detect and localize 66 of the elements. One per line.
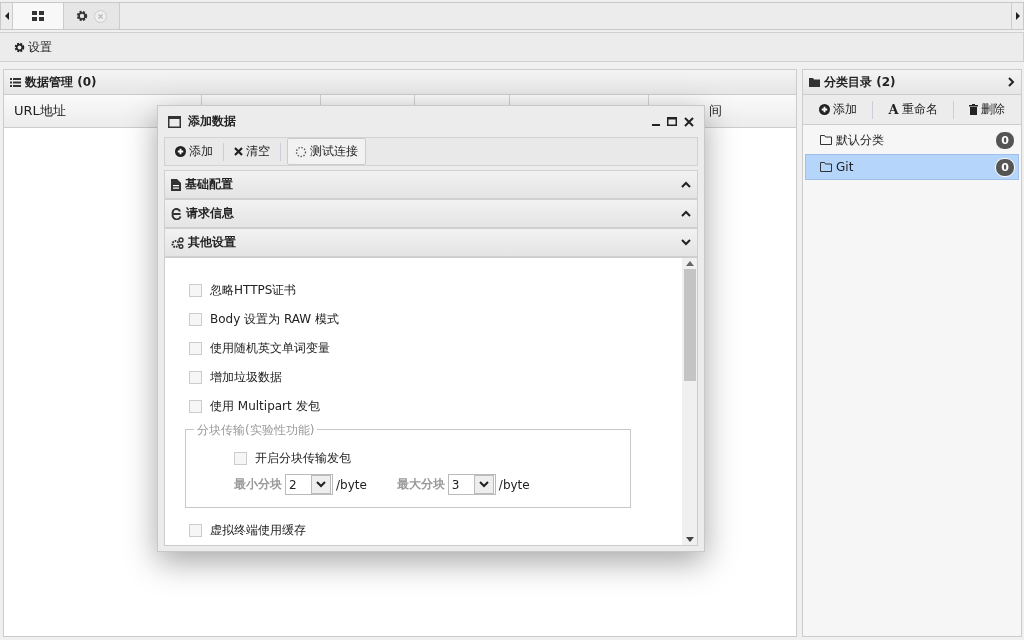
field-label: 最大分块	[396, 476, 445, 493]
dropdown-field[interactable]: 3	[447, 474, 496, 495]
spinner-icon	[295, 145, 307, 158]
chevron-right-icon[interactable]	[1008, 77, 1015, 87]
option-label: 增加垃圾数据	[210, 369, 282, 386]
section-header[interactable]: 请求信息	[164, 199, 698, 228]
count-badge: 0	[995, 157, 1015, 177]
folder-icon	[820, 135, 832, 145]
settings-button[interactable]: 设置	[10, 35, 56, 59]
count-badge: 0	[995, 130, 1015, 150]
toolbar-button[interactable]: 清空	[230, 140, 274, 163]
section-header[interactable]: 基础配置	[164, 170, 698, 199]
e-icon	[171, 207, 182, 220]
chevron-down-icon	[478, 481, 489, 488]
panel-title: 数据管理 (0)	[25, 73, 97, 91]
tab[interactable]	[64, 3, 120, 29]
field-label: 最小分块	[234, 476, 282, 493]
list-icon	[10, 77, 21, 87]
gear-icon	[14, 41, 25, 53]
checkbox[interactable]	[189, 342, 202, 355]
category-button[interactable]: 删除	[965, 98, 1010, 121]
checkbox[interactable]	[234, 451, 247, 465]
section-header[interactable]: 其他设置	[164, 228, 698, 257]
category-button[interactable]: A 重命名	[884, 98, 942, 121]
option-label: 使用 Multipart 发包	[210, 398, 320, 415]
checkbox[interactable]	[189, 524, 202, 537]
window-icon	[168, 115, 181, 128]
document-icon	[171, 178, 181, 191]
arrow-up-icon[interactable]	[685, 261, 694, 266]
arrow-left-icon	[4, 12, 9, 20]
trash-icon	[969, 104, 979, 115]
unit-label: /byte	[498, 477, 530, 492]
option-label: 开启分块传输发包	[255, 449, 351, 467]
chevron-down-icon	[316, 481, 326, 488]
category-button[interactable]: 添加	[814, 98, 861, 121]
option-label: 忽略HTTPS证书	[210, 282, 297, 299]
checkbox[interactable]	[189, 313, 202, 326]
checkbox[interactable]	[189, 400, 202, 413]
x-icon	[234, 147, 243, 156]
maximize-icon[interactable]	[667, 117, 677, 126]
tab[interactable]	[12, 3, 64, 29]
toolbar-button[interactable]: 测试连接	[287, 138, 366, 165]
option-label: Body 设置为 RAW 模式	[210, 311, 339, 328]
arrow-down-icon[interactable]	[685, 537, 694, 542]
grid-icon	[32, 11, 44, 21]
folder-icon	[820, 162, 832, 172]
option-label: 虚拟终端使用缓存	[210, 522, 306, 539]
unit-label: /byte	[336, 477, 367, 492]
scrollbar[interactable]	[682, 258, 697, 545]
folder-icon	[809, 77, 820, 87]
gear-icon	[76, 10, 88, 22]
dropdown-field[interactable]: 2	[285, 474, 333, 495]
close-icon[interactable]	[684, 116, 694, 127]
fieldset-legend: 分块传输(实验性功能)	[194, 422, 318, 439]
category-item[interactable]: 默认分类 0	[805, 127, 1019, 153]
letter-icon: A	[888, 102, 899, 117]
gears-icon	[171, 236, 184, 249]
category-item[interactable]: Git 0	[805, 154, 1019, 180]
checkbox[interactable]	[189, 284, 202, 297]
toolbar-button[interactable]: 添加	[171, 140, 217, 163]
option-label: 使用随机英文单词变量	[210, 340, 330, 357]
arrow-right-icon	[1015, 12, 1020, 20]
plus-circle-icon	[818, 104, 830, 115]
plus-circle-icon	[175, 146, 186, 157]
checkbox[interactable]	[189, 371, 202, 384]
panel-title: 分类目录 (2)	[824, 73, 896, 91]
